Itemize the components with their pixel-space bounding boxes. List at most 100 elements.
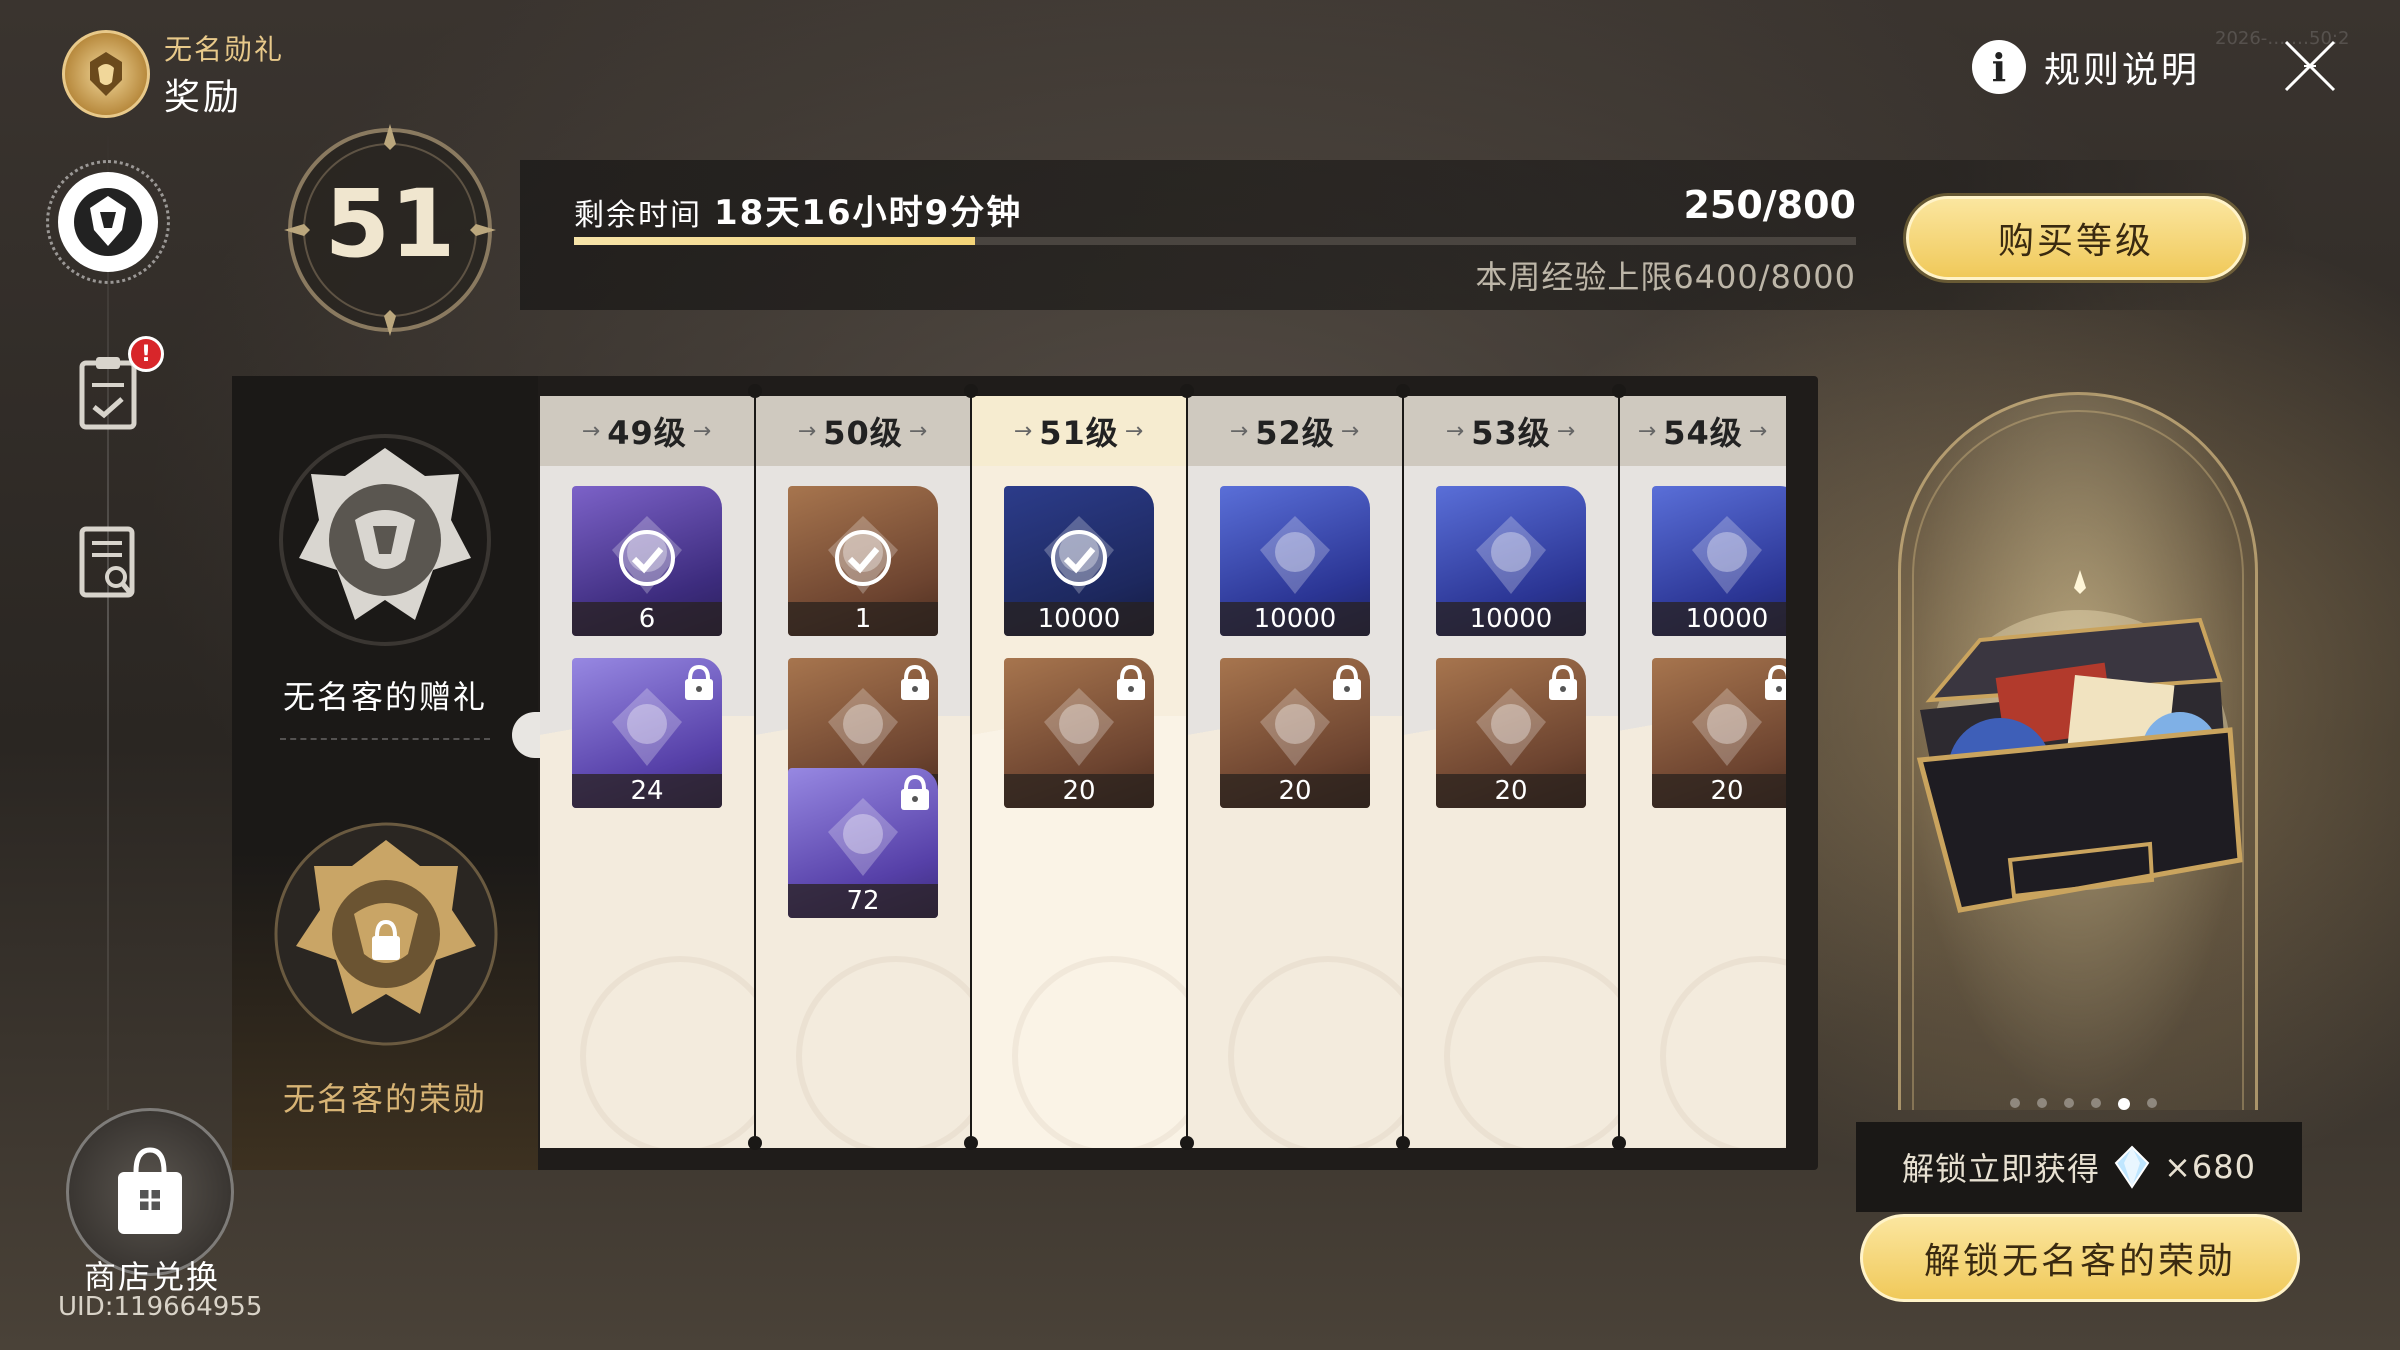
claimed-check-icon bbox=[833, 528, 893, 588]
free-reward-item[interactable]: 6 bbox=[572, 486, 722, 636]
unlock-info-qty: ×680 bbox=[2164, 1148, 2256, 1186]
level-column-header: → 53级 → bbox=[1404, 396, 1618, 466]
reward-item-icon bbox=[1034, 682, 1124, 772]
arrow-deco-icon: → bbox=[1229, 418, 1250, 444]
stellar-jade-icon bbox=[2114, 1145, 2150, 1189]
column-separator bbox=[970, 390, 972, 1150]
level-column-header: → 52级 → bbox=[1188, 396, 1402, 466]
paid-reward-item[interactable]: 20 bbox=[1436, 658, 1586, 808]
carousel-dot[interactable] bbox=[2147, 1098, 2157, 1108]
reward-quantity: 10000 bbox=[1220, 602, 1370, 636]
arrow-deco-icon: → bbox=[797, 418, 818, 444]
free-reward-item[interactable]: 10000 bbox=[1436, 486, 1586, 636]
separator-dot bbox=[1180, 1136, 1194, 1150]
level-column: → 54级 → 10000 20 bbox=[1620, 396, 1786, 1148]
arrow-deco-icon: → bbox=[581, 418, 602, 444]
watermark-emblem bbox=[796, 956, 970, 1148]
carousel-dot[interactable] bbox=[2037, 1098, 2047, 1108]
arrow-deco-icon: → bbox=[1124, 418, 1145, 444]
lock-icon bbox=[1114, 664, 1148, 702]
buy-level-button[interactable]: 购买等级 bbox=[1906, 196, 2246, 280]
carousel-indicator[interactable] bbox=[2010, 1098, 2157, 1110]
separator-dot bbox=[748, 384, 762, 398]
paid-reward-item[interactable]: 20 bbox=[1004, 658, 1154, 808]
reward-item-icon bbox=[1466, 510, 1556, 600]
level-label: 49级 bbox=[607, 414, 687, 452]
unlock-honor-label: 解锁无名客的荣勋 bbox=[1923, 1241, 2236, 1282]
carousel-dot[interactable] bbox=[2064, 1098, 2074, 1108]
close-icon[interactable] bbox=[2280, 36, 2340, 96]
free-reward-item[interactable]: 10000 bbox=[1220, 486, 1370, 636]
level-column: → 49级 → 6 24 bbox=[540, 396, 754, 1148]
reward-quantity: 6 bbox=[572, 602, 722, 636]
unlock-info-bar: 解锁立即获得 ×680 bbox=[1856, 1122, 2302, 1212]
arrow-deco-icon: → bbox=[692, 418, 713, 444]
emblem-icon bbox=[74, 188, 142, 256]
level-column: → 53级 → 10000 20 bbox=[1404, 396, 1618, 1148]
paid-tier-emblem-icon bbox=[274, 822, 498, 1046]
paid-reward-item[interactable]: 72 bbox=[788, 768, 938, 918]
separator-dot bbox=[1396, 384, 1410, 398]
level-label: 50级 bbox=[823, 414, 903, 452]
info-icon: i bbox=[1972, 40, 2026, 94]
column-separator bbox=[1402, 390, 1404, 1150]
watermark-emblem bbox=[1228, 956, 1402, 1148]
carousel-dot[interactable] bbox=[2010, 1098, 2020, 1108]
lock-icon bbox=[372, 936, 400, 960]
arrow-deco-icon: → bbox=[1445, 418, 1466, 444]
arrow-deco-icon: → bbox=[908, 418, 929, 444]
reward-quantity: 10000 bbox=[1652, 602, 1786, 636]
paid-reward-item[interactable]: 20 bbox=[1220, 658, 1370, 808]
free-reward-item[interactable]: 1 bbox=[788, 486, 938, 636]
arrow-deco-icon: → bbox=[1748, 418, 1769, 444]
lock-icon bbox=[898, 664, 932, 702]
paid-tier-label: 无名客的荣勋 bbox=[282, 1080, 487, 1118]
level-column-header: → 51级 → bbox=[972, 396, 1186, 466]
reward-item-icon bbox=[1682, 510, 1772, 600]
arrow-deco-icon: → bbox=[1340, 418, 1361, 444]
shop-exchange-button[interactable] bbox=[66, 1108, 234, 1276]
buy-level-label: 购买等级 bbox=[1997, 221, 2154, 262]
unlock-info-label: 解锁立即获得 bbox=[1902, 1150, 2101, 1188]
carousel-dot[interactable] bbox=[2118, 1098, 2130, 1110]
unlock-honor-button[interactable]: 解锁无名客的荣勋 bbox=[1860, 1214, 2300, 1302]
carousel-dot[interactable] bbox=[2091, 1098, 2101, 1108]
sidebar-item-overview[interactable] bbox=[70, 520, 146, 606]
free-reward-item[interactable]: 10000 bbox=[1652, 486, 1786, 636]
reward-item-icon bbox=[1466, 682, 1556, 772]
reward-quantity: 20 bbox=[1436, 774, 1586, 808]
paid-reward-item[interactable]: 24 bbox=[572, 658, 722, 808]
lock-icon bbox=[1762, 664, 1786, 702]
level-label: 52级 bbox=[1255, 414, 1335, 452]
watermark-emblem bbox=[580, 956, 754, 1148]
arrow-deco-icon: → bbox=[1637, 418, 1658, 444]
arrow-deco-icon: → bbox=[1013, 418, 1034, 444]
level-column: → 52级 → 10000 20 bbox=[1188, 396, 1402, 1148]
paid-reward-item[interactable]: 20 bbox=[1652, 658, 1786, 808]
document-search-icon bbox=[79, 526, 135, 598]
reward-quantity: 20 bbox=[1004, 774, 1154, 808]
weekly-exp-cap: 本周经验上限6400/8000 bbox=[1475, 258, 1856, 296]
column-separator bbox=[754, 390, 756, 1150]
alert-badge: ! bbox=[128, 336, 164, 372]
level-column: → 51级 → 10000 20 bbox=[972, 396, 1186, 1148]
rules-label: 规则说明 bbox=[2044, 50, 2201, 91]
free-reward-item[interactable]: 10000 bbox=[1004, 486, 1154, 636]
watermark-emblem bbox=[1444, 956, 1618, 1148]
rules-button[interactable]: i 规则说明 bbox=[1972, 40, 2200, 94]
separator-dot bbox=[964, 1136, 978, 1150]
separator-dot bbox=[1612, 384, 1626, 398]
sidebar-item-rewards[interactable] bbox=[46, 160, 170, 284]
nameless-honor-logo bbox=[62, 30, 150, 118]
claimed-check-icon bbox=[1049, 528, 1109, 588]
level-label: 54级 bbox=[1663, 414, 1743, 452]
watermark-emblem bbox=[1012, 956, 1186, 1148]
level-column-header: → 49级 → bbox=[540, 396, 754, 466]
remaining-time-value: 18天16小时9分钟 bbox=[714, 193, 1023, 233]
reward-quantity: 24 bbox=[572, 774, 722, 808]
exp-bar-fill bbox=[574, 237, 975, 245]
level-column: →50级→1172 bbox=[756, 396, 970, 1148]
remaining-time-label: 剩余时间 bbox=[574, 198, 702, 233]
reward-quantity: 20 bbox=[1220, 774, 1370, 808]
claimed-check-icon bbox=[617, 528, 677, 588]
